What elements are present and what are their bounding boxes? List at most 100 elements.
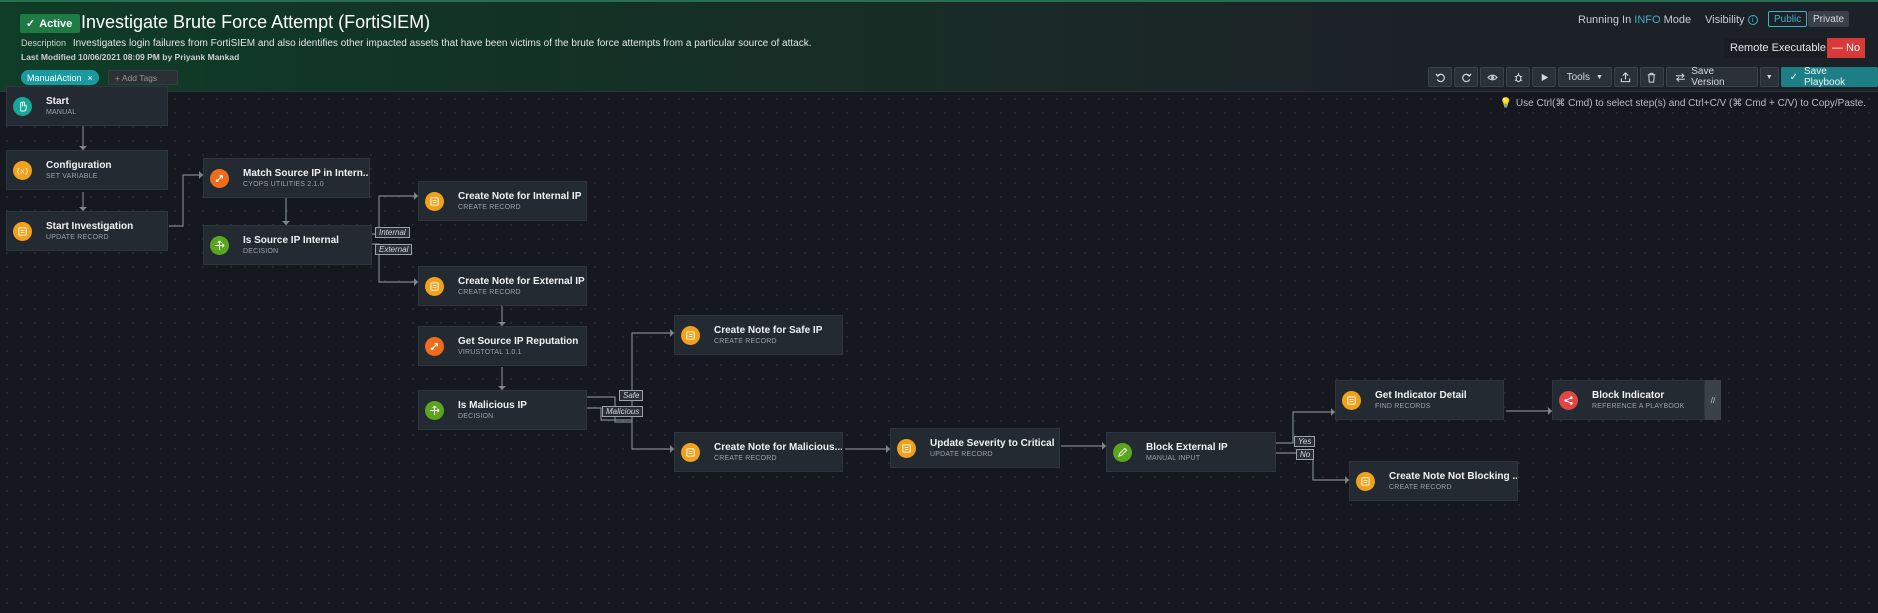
view-toggle-button[interactable] [1480,67,1504,87]
edge-label-external[interactable]: External [375,244,413,255]
description[interactable]: Description Investigates login failures … [21,38,812,49]
delete-button[interactable] [1639,67,1664,87]
step-is-malicious-ip[interactable]: Is Malicious IP DECISION [418,390,587,430]
step-start[interactable]: Start MANUAL [6,86,168,126]
save-version-button[interactable]: Save Version [1665,66,1758,88]
status-badge[interactable]: ✓ Active [20,14,81,33]
step-is-source-ip-internal[interactable]: Is Source IP Internal DECISION [203,225,372,265]
step-note-internal-ip[interactable]: Create Note for Internal IP CREATE RECORD [418,181,587,221]
export-button[interactable] [1613,67,1638,87]
step-name: Create Note for Internal IP [458,191,582,202]
step-name: Create Note for Safe IP [714,325,823,336]
run-button[interactable] [1532,67,1556,87]
step-name: Get Indicator Detail [1375,390,1467,401]
remote-executable-toggle[interactable]: Remote Executable — No [1724,38,1865,58]
step-type: CYOPS UTILITIES 2.1.0 [243,181,324,188]
description-label: Description [21,38,67,48]
step-name: Get Source IP Reputation [458,336,579,347]
step-name: Is Source IP Internal [243,235,339,246]
remove-tag-icon[interactable]: × [88,73,93,83]
bug-icon [1514,72,1522,82]
step-note-external-ip[interactable]: Create Note for External IP CREATE RECORD [418,266,587,306]
step-name: Start Investigation [46,221,134,232]
record-icon [681,325,700,345]
step-match-source-ip[interactable]: Match Source IP in Intern... CYOPS UTILIT… [203,158,370,198]
edge-label-malicious[interactable]: Malicious [602,406,644,417]
record-icon [13,221,32,241]
edge-label-safe[interactable]: Safe [619,390,644,401]
hand-icon [13,96,32,116]
visibility-label: Visibility [1705,14,1745,26]
step-name: Update Severity to Critical [930,438,1055,449]
trash-icon [1647,72,1656,83]
toolbar: Tools ▼ Save Version ▼ ✓ Save Playbook [1428,66,1878,88]
record-icon [425,276,444,296]
header-accent-line [0,0,1878,2]
variable-icon: {x} [13,160,32,180]
step-get-source-ip-reputation[interactable]: Get Source IP Reputation VIRUSTOTAL 1.0.1 [418,326,587,366]
visibility-public-button[interactable]: Public [1768,11,1808,27]
last-modified: Last Modified 10/06/2021 08:09 PM by Pri… [21,52,240,62]
step-start-investigation[interactable]: Start Investigation UPDATE RECORD [6,211,168,251]
save-playbook-label: Save Playbook [1804,66,1846,88]
tag-label: ManualAction [27,72,82,83]
step-type: VIRUSTOTAL 1.0.1 [458,349,522,356]
play-icon [1541,73,1548,81]
step-block-indicator[interactable]: Block Indicator REFERENCE A PLAYBOOK [1552,380,1705,420]
step-type: MANUAL INPUT [1146,455,1201,462]
status-label: Active [39,17,73,30]
remote-executable-label: Remote Executable [1730,42,1826,54]
tag-chip[interactable]: ManualAction × [21,70,99,85]
save-version-dropdown[interactable]: ▼ [1759,67,1779,87]
step-block-external-ip[interactable]: Block External IP MANUAL INPUT [1106,432,1276,472]
step-type: CREATE RECORD [458,289,521,296]
step-type: MANUAL [46,109,77,116]
svg-text:{x}: {x} [17,166,28,175]
save-playbook-button[interactable]: ✓ Save Playbook [1780,66,1878,88]
step-name: Block External IP [1146,442,1228,453]
eye-icon [1486,74,1498,80]
edge-label-yes[interactable]: Yes [1294,436,1316,447]
connector-icon [425,336,444,356]
step-name: Start [46,96,69,107]
undo-icon [1434,72,1445,82]
step-type: REFERENCE A PLAYBOOK [1592,403,1685,410]
running-mode-value[interactable]: INFO [1634,14,1660,26]
add-tags-input[interactable]: + Add Tags [108,70,178,85]
step-type: DECISION [458,413,494,420]
check-icon: ✓ [26,18,36,30]
step-update-severity[interactable]: Update Severity to Critical UPDATE RECORD [890,428,1060,468]
remote-executable-value[interactable]: — No [1827,38,1865,58]
caret-down-icon: ▼ [1765,73,1773,81]
playbook-title[interactable]: Investigate Brute Force Attempt (FortiSI… [81,12,430,33]
visibility-private-button[interactable]: Private [1808,11,1850,27]
step-get-indicator-detail[interactable]: Get Indicator Detail FIND RECORDS [1335,380,1504,420]
step-note-malicious[interactable]: Create Note for Malicious... CREATE RECOR… [674,432,843,472]
caret-down-icon: ▼ [1595,73,1603,81]
undo-button[interactable] [1428,67,1452,87]
visibility: Visibility i [1705,14,1758,26]
playbook-canvas[interactable]: 💡 Use Ctrl(⌘ Cmd) to select step(s) and … [0,86,1878,613]
tools-dropdown[interactable]: Tools ▼ [1558,67,1612,87]
step-type: FIND RECORDS [1375,403,1431,410]
redo-button[interactable] [1454,67,1478,87]
redo-icon [1461,72,1472,82]
description-text: Investigates login failures from FortiSI… [72,38,812,49]
step-name: Configuration [46,160,112,171]
step-type: CREATE RECORD [1389,484,1452,491]
decision-icon [425,400,444,420]
info-icon[interactable]: i [1747,15,1758,25]
debug-button[interactable] [1506,67,1530,87]
edge-label-no[interactable]: No [1296,449,1315,460]
edge-label-internal[interactable]: Internal [375,227,410,238]
running-suffix: Mode [1663,14,1692,26]
step-type: SET VARIABLE [46,173,98,180]
step-note-safe-ip[interactable]: Create Note for Safe IP CREATE RECORD [674,315,843,355]
playbook-link-icon[interactable]: // [1705,380,1721,420]
step-configuration[interactable]: {x} Configuration SET VARIABLE [6,150,168,190]
record-icon [1356,471,1375,491]
step-note-not-blocking[interactable]: Create Note Not Blocking ... CREATE RECOR… [1349,461,1518,501]
step-type: UPDATE RECORD [930,451,993,458]
record-icon [897,438,916,458]
decision-icon [210,235,229,255]
